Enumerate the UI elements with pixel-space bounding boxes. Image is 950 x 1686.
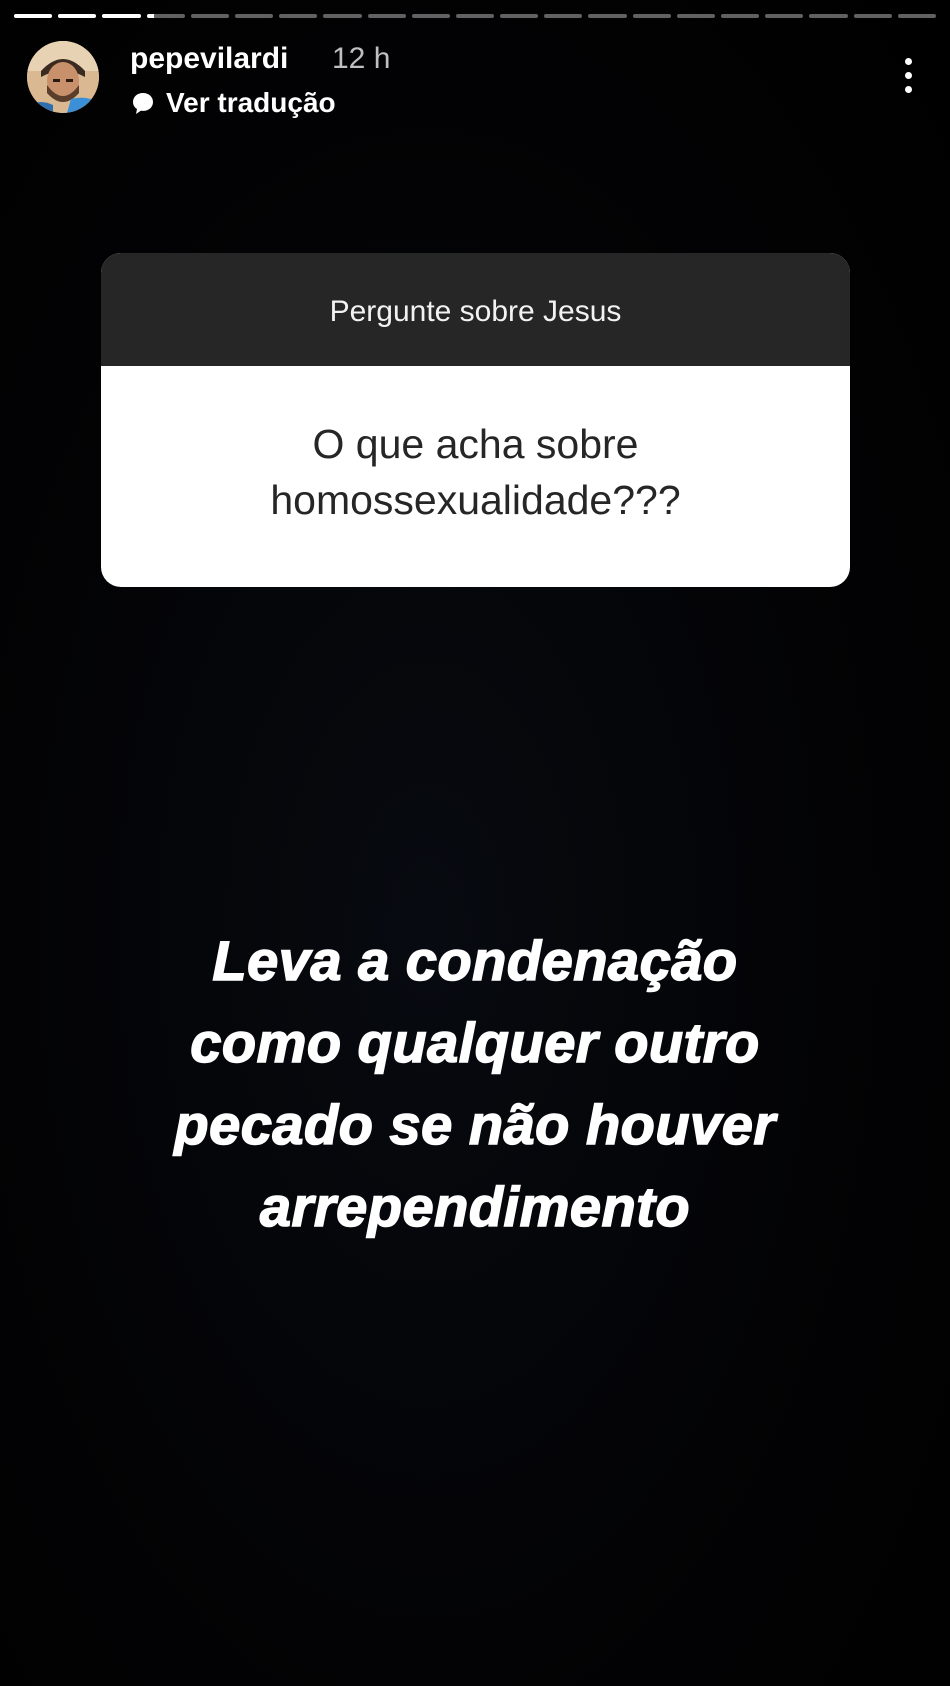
- username[interactable]: pepevilardi: [130, 42, 288, 76]
- answer-line: Leva a condenação: [212, 928, 738, 993]
- see-translation-label: Ver tradução: [166, 87, 336, 118]
- progress-segment: [58, 14, 97, 18]
- progress-segment-fill: [102, 14, 141, 18]
- progress-segment-fill: [58, 14, 97, 18]
- progress-segment: [455, 14, 495, 18]
- story-viewer[interactable]: pepevilardi 12 h Ver tradução Pergunte s…: [0, 0, 950, 1686]
- progress-segment-fill: [146, 14, 155, 18]
- progress-segment: [367, 14, 406, 18]
- more-options-button[interactable]: [890, 52, 926, 98]
- progress-segment: [411, 14, 450, 18]
- question-text: O que acha sobre homossexualidade???: [270, 420, 681, 523]
- question-prompt: Pergunte sobre Jesus: [101, 253, 850, 366]
- progress-segment: [102, 14, 141, 18]
- progress-segment: [897, 14, 936, 18]
- translate-bubble-icon: [130, 90, 156, 116]
- progress-segment: [190, 14, 229, 18]
- question-sticker[interactable]: Pergunte sobre Jesus O que acha sobre ho…: [101, 253, 850, 587]
- more-vertical-icon-dot: [904, 71, 912, 79]
- progress-segment: [544, 14, 583, 18]
- more-vertical-icon-dot: [904, 85, 912, 93]
- progress-segment: [234, 14, 274, 18]
- post-time: 12 h: [332, 42, 391, 75]
- answer-line: como qualquer outro: [190, 1010, 761, 1075]
- answer-caption: Leva a condenação como qualquer outro pe…: [60, 920, 890, 1248]
- progress-segment: [279, 14, 318, 18]
- progress-segment: [632, 14, 671, 18]
- progress-segment: [809, 14, 848, 18]
- progress-segment-fill: [14, 14, 53, 18]
- progress-segment: [721, 14, 760, 18]
- progress-segment: [500, 14, 539, 18]
- progress-segment: [14, 14, 53, 18]
- avatar[interactable]: [27, 41, 99, 113]
- progress-segment: [765, 14, 804, 18]
- progress-segment: [853, 14, 892, 18]
- progress-segment: [146, 14, 185, 18]
- answer-line: arrependimento: [259, 1174, 691, 1239]
- story-header: pepevilardi 12 h Ver tradução: [24, 36, 934, 126]
- see-translation-button[interactable]: Ver tradução: [130, 86, 336, 120]
- profile-photo-icon: [27, 41, 99, 113]
- answer-line: pecado se não houver: [174, 1092, 776, 1157]
- progress-segment: [676, 14, 715, 18]
- story-progress-bar: [14, 14, 936, 20]
- progress-segment: [323, 14, 362, 18]
- more-vertical-icon: [904, 57, 912, 65]
- progress-segment: [588, 14, 627, 18]
